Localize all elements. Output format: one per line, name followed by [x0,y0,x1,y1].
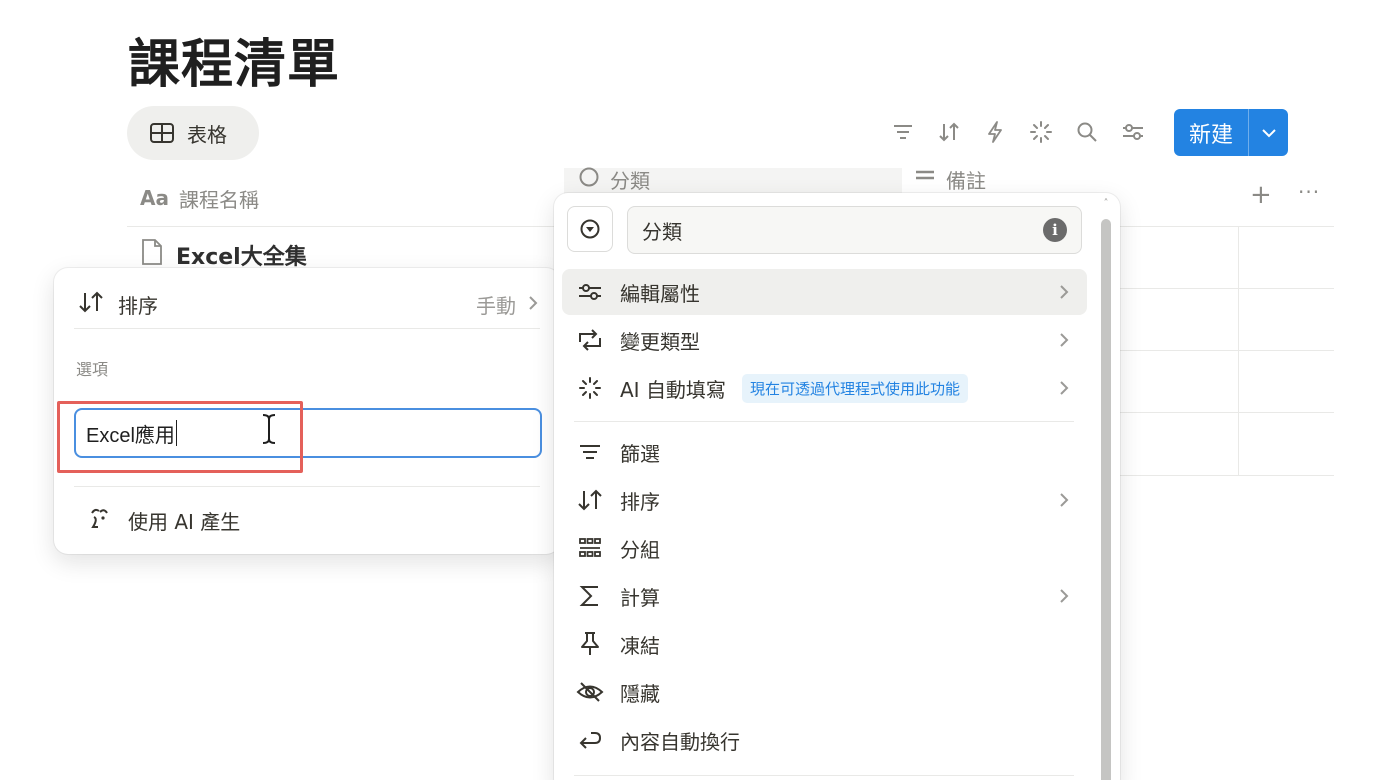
settings-sliders-icon[interactable] [1110,109,1156,155]
menu-item-change-type[interactable]: 變更類型 [562,317,1087,363]
database-toolbar [880,108,1156,156]
column-header-notes[interactable]: 備註 [914,164,986,194]
info-icon[interactable]: i [1043,218,1067,242]
ai-generate-button[interactable]: 使用 AI 產生 [86,500,240,540]
menu-item-label: 內容自動換行 [620,729,740,754]
divider [574,421,1074,422]
sort-icon [576,488,604,512]
swap-icon [576,328,604,352]
property-name-input[interactable]: 分類 i [627,206,1082,254]
lightning-icon[interactable] [972,109,1018,155]
menu-item-label: 編輯屬性 [620,281,700,306]
table-row[interactable]: Excel大全集 [140,238,307,272]
menu-item-label: 凍結 [620,633,660,658]
menu-item-label: 隱藏 [620,681,660,706]
sort-option-row[interactable]: 排序 手動 [78,284,538,324]
option-edit-popup: 排序 手動 選項 Excel應用 使用 AI 產生 [54,268,560,554]
menu-item-label: 排序 [620,489,660,514]
view-tab-label: 表格 [187,122,227,147]
sort-label: 排序 [118,293,158,318]
sort-icon[interactable] [926,109,972,155]
row-divider [1120,412,1334,413]
ai-sparkle-icon [576,376,604,400]
chevron-right-icon [1059,380,1069,396]
menu-item-calculate[interactable]: 計算 [562,573,1087,619]
property-name-value: 分類 [642,219,682,244]
divider [574,775,1074,776]
chevron-right-icon [1059,332,1069,348]
scroll-up-arrow[interactable]: ˄ [1101,199,1111,209]
page-icon [140,238,164,272]
sort-icon [78,290,104,319]
divider [74,486,540,487]
chevron-right-icon [1059,284,1069,300]
text-type-icon: Aa [140,186,169,210]
filter-icon[interactable] [880,109,926,155]
menu-item-edit-property[interactable]: 編輯屬性 [562,269,1087,315]
menu-item-label: 分組 [620,537,660,562]
row-divider [1120,350,1334,351]
chevron-right-icon [1059,492,1069,508]
select-type-icon [578,166,600,193]
chevron-right-icon [1059,588,1069,604]
property-menu: 分類 i 編輯屬性 變更類型 AI 自動填寫 現在可透過代理程式使用此功能 篩選… [554,193,1120,780]
ai-face-icon [86,505,112,536]
menu-item-freeze[interactable]: 凍結 [562,621,1087,667]
menu-item-hide[interactable]: 隱藏 [562,669,1087,715]
column-header-category[interactable]: 分類 [578,164,650,194]
eye-off-icon [576,681,604,703]
property-icon-button[interactable] [567,206,613,252]
pin-icon [576,631,604,657]
filter-icon [576,442,604,462]
sort-value: 手動 [476,293,516,318]
text-lines-icon [914,166,936,193]
menu-item-label: 計算 [620,585,660,610]
column-divider [1238,226,1239,476]
feature-badge: 現在可透過代理程式使用此功能 [741,373,968,403]
menu-item-label: 變更類型 [620,329,700,354]
scrollbar-thumb[interactable] [1101,219,1111,780]
menu-item-label: AI 自動填寫 [620,377,726,402]
menu-item-sort[interactable]: 排序 [562,477,1087,523]
wrap-return-icon [576,729,604,751]
ai-sparkle-icon[interactable] [1018,109,1064,155]
chevron-right-icon [528,292,538,316]
group-grid-icon [576,537,604,559]
column-header-label: 備註 [946,168,986,193]
column-header-label: 分類 [610,168,650,193]
menu-item-group[interactable]: 分組 [562,525,1087,571]
page-title: 課程清單 [128,35,341,95]
menu-item-wrap-content[interactable]: 內容自動換行 [562,717,1087,763]
chevron-down-icon[interactable] [1249,109,1288,156]
table-icon [149,122,175,144]
text-cursor-icon [260,413,278,449]
options-heading: 選項 [76,360,109,379]
more-options-icon[interactable]: ··· [1298,180,1320,204]
search-icon[interactable] [1064,109,1110,155]
menu-item-ai-autofill[interactable]: AI 自動填寫 現在可透過代理程式使用此功能 [562,365,1087,411]
view-tab-table[interactable]: 表格 [127,106,259,160]
row-divider [1120,288,1334,289]
new-button-label: 新建 [1188,122,1233,148]
menu-item-label: 篩選 [620,441,660,466]
row-title: Excel大全集 [176,245,307,270]
divider [74,328,540,329]
ai-generate-label: 使用 AI 產生 [128,509,241,534]
column-header-name[interactable]: Aa 課程名稱 [140,170,259,226]
sliders-icon [576,282,604,302]
column-header-label: 課程名稱 [178,187,259,212]
add-column-icon[interactable]: + [1250,182,1272,208]
sigma-icon [576,584,604,608]
new-button[interactable]: 新建 [1174,109,1288,156]
menu-item-filter[interactable]: 篩選 [562,429,1087,475]
row-divider [1120,475,1334,476]
